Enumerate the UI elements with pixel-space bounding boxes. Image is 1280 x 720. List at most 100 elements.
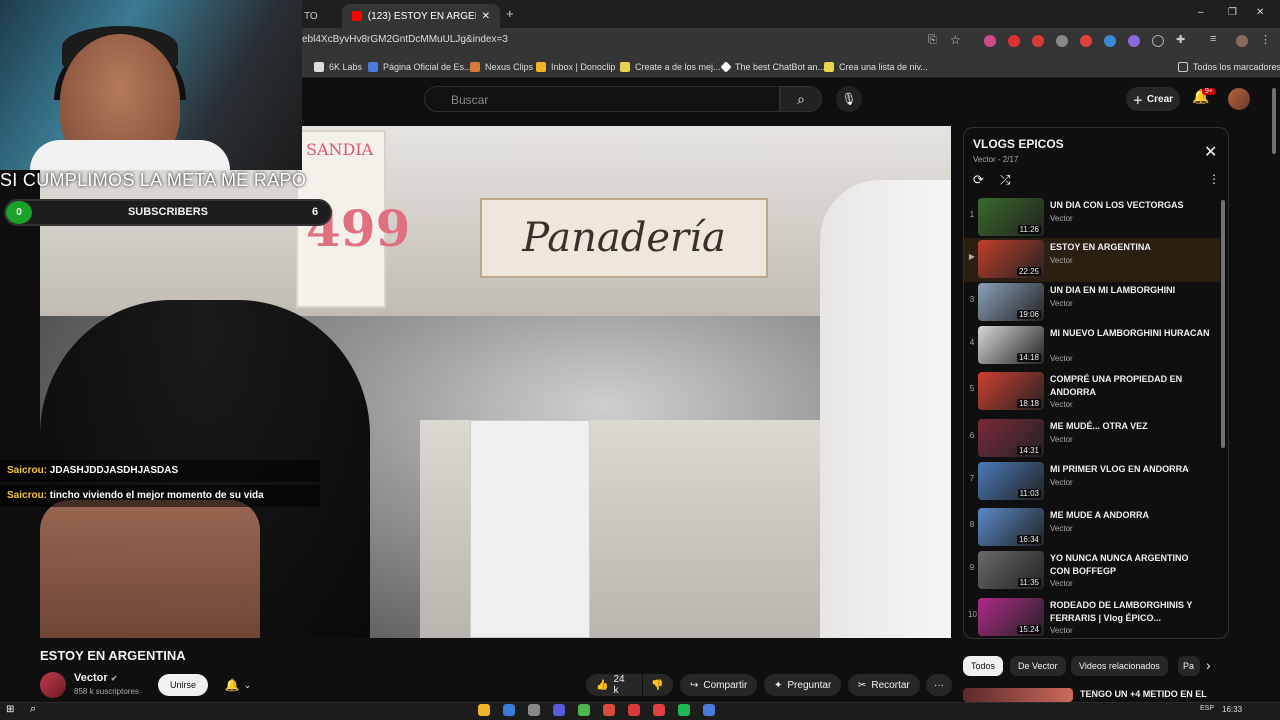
chip-all[interactable]: Todos (963, 656, 1004, 676)
media-icon[interactable]: ≡ (1210, 33, 1216, 45)
taskbar-app-icon[interactable] (528, 704, 540, 716)
new-tab-button[interactable]: + (506, 6, 514, 21)
bookmark-icon (720, 61, 732, 73)
playlist-item-thumbnail: 11:35 (978, 551, 1044, 589)
windows-start-icon[interactable]: ⊞ (6, 704, 14, 715)
taskbar-app-icon[interactable] (503, 704, 515, 716)
browser-tab[interactable]: TO (302, 4, 324, 28)
chip-more[interactable]: Pa (1178, 656, 1200, 676)
ask-button[interactable]: ✦ Preguntar (764, 674, 842, 696)
playlist-item-index: 9 (969, 563, 975, 572)
playlist-scrollbar[interactable] (1221, 200, 1225, 448)
playlist-item[interactable]: 5 18:18 COMPRÉ UNA PROPIEDAD EN ANDORRA Vec… (964, 370, 1220, 414)
extension-icon[interactable] (1008, 35, 1020, 47)
tab-close-icon[interactable]: ✕ (482, 11, 490, 22)
playlist-item[interactable]: ▶ 22:25 ESTOY EN ARGENTINA Vector (964, 238, 1220, 282)
extension-icon[interactable] (1056, 35, 1068, 47)
video-frame-person (820, 180, 951, 638)
close-window-button[interactable]: ✕ (1256, 7, 1264, 18)
chip-from-channel[interactable]: De Vector (1010, 656, 1066, 676)
goal-text: SI CUMPLIMOS LA META ME RAPO (0, 170, 307, 190)
search-input[interactable]: Buscar (424, 86, 780, 112)
channel-name[interactable]: Vector ✔ (74, 672, 117, 684)
playlist-item[interactable]: 3 19:06 UN DIA EN MI LAMBORGHINI Vector (964, 281, 1220, 325)
bookmark-item[interactable]: Página Oficial de Es... (368, 59, 472, 75)
account-avatar[interactable] (1228, 88, 1250, 110)
playlist-item-duration: 11:35 (1017, 578, 1041, 587)
loop-icon[interactable]: ⟳ (973, 172, 984, 188)
browser-tab-active[interactable]: (123) ESTOY EN ARGENTINA - Y ✕ (342, 4, 500, 28)
chevron-right-icon[interactable]: › (1206, 657, 1211, 673)
thumbs-up-icon: 👍 (596, 679, 609, 691)
all-bookmarks[interactable]: Todos los marcadores (1178, 59, 1280, 75)
playlist-item[interactable]: 9 11:35 YO NUNCA NUNCA ARGENTINO CON BOFFE… (964, 549, 1220, 593)
playlist-item[interactable]: 1 11:26 UN DIA CON LOS VECTORGAS Vector (964, 196, 1220, 240)
extension-icon[interactable] (1080, 35, 1092, 47)
playlist-item-title: ME MUDÉ... OTRA VEZ (1050, 421, 1148, 431)
join-button[interactable]: Unirse (158, 674, 208, 696)
taskbar-app-icon[interactable] (603, 704, 615, 716)
extension-icon[interactable] (1032, 35, 1044, 47)
search-icon[interactable]: ⌕ (30, 703, 36, 716)
chip-related[interactable]: Videos relacionados (1071, 656, 1168, 676)
bookmark-item[interactable]: Inbox | Donoclip (536, 59, 615, 75)
share-button[interactable]: ↪ Compartir (680, 674, 758, 696)
playlist-item-channel: Vector (1050, 299, 1073, 308)
menu-dots-icon[interactable]: ⋮ (1260, 33, 1271, 46)
taskbar-app-icon[interactable] (653, 704, 665, 716)
minimize-button[interactable]: – (1198, 7, 1204, 18)
voice-search-button[interactable]: 🎙 (836, 86, 862, 112)
playlist-item-index: 3 (969, 295, 975, 304)
shuffle-icon[interactable]: ⤮ (1000, 172, 1010, 188)
address-bar[interactable]: ebl4XcByvHv8rGM2GntDcMMuULJg&index=3 (302, 34, 942, 50)
extension-icon[interactable] (1152, 35, 1164, 47)
playlist-item[interactable]: 4 14:18 MI NUEVO LAMBORGHINI HURACAN Vector (964, 324, 1220, 368)
playlist-item[interactable]: 8 16:34 ME MUDE A ANDORRA Vector (964, 506, 1220, 550)
taskbar-app-icon[interactable] (678, 704, 690, 716)
bookmark-item[interactable]: 6K Labs (314, 59, 362, 75)
playlist-item[interactable]: 6 14:31 ME MUDÉ... OTRA VEZ Vector (964, 417, 1220, 461)
taskbar-app-icon[interactable] (578, 704, 590, 716)
create-button[interactable]: ＋ Crear (1126, 87, 1180, 111)
like-button[interactable]: 👍 24 k (586, 674, 642, 696)
taskbar-app-icon[interactable] (628, 704, 640, 716)
extension-icon[interactable] (1128, 35, 1140, 47)
extensions-puzzle-icon[interactable]: ✚ (1176, 33, 1185, 46)
close-icon[interactable]: ✕ (1204, 142, 1217, 162)
playlist-subtitle: Vector - 2/17 (973, 155, 1019, 164)
more-actions-button[interactable]: ··· (926, 674, 952, 696)
recommended-thumbnail[interactable] (963, 688, 1073, 702)
bookmark-item[interactable]: The best ChatBot an... (720, 59, 825, 75)
chat-message: Saicrou: JDASHJDDJASDHJASDAS (0, 460, 320, 482)
extension-icon[interactable] (1104, 35, 1116, 47)
extension-icon[interactable] (984, 35, 996, 47)
channel-avatar[interactable] (40, 672, 66, 698)
bookmark-item[interactable]: Crea una lista de niv... (824, 59, 928, 75)
language-indicator[interactable]: ESP (1200, 705, 1214, 712)
goal-max: 6 (312, 206, 319, 218)
os-taskbar (0, 702, 1280, 720)
playlist-item-title: COMPRÉ UNA PROPIEDAD EN ANDORRA (1050, 374, 1183, 397)
clock[interactable]: 16:33 (1222, 705, 1242, 714)
page-scrollbar[interactable] (1272, 88, 1276, 154)
search-button[interactable]: ⌕ (780, 86, 822, 112)
subscription-bell-button[interactable]: 🔔 ⌄ (218, 674, 258, 696)
star-icon[interactable]: ☆ (950, 33, 961, 47)
notifications-badge: 9+ (1202, 88, 1216, 95)
taskbar-app-icon[interactable] (703, 704, 715, 716)
bookmark-item[interactable]: Create a de los mej... (620, 59, 721, 75)
install-icon[interactable]: ⎘ (928, 34, 937, 47)
profile-icon[interactable] (1236, 35, 1248, 47)
dislike-button[interactable]: 👎 (643, 674, 673, 696)
clip-button[interactable]: ✂ Recortar (848, 674, 920, 696)
playlist-title[interactable]: VLOGS EPICOS (973, 137, 1064, 151)
taskbar-app-icon[interactable] (553, 704, 565, 716)
playlist-item-title: ME MUDE A ANDORRA (1050, 510, 1149, 520)
playlist-more-icon[interactable]: ⋮ (1208, 172, 1220, 186)
maximize-button[interactable]: ❐ (1228, 7, 1237, 18)
taskbar-app-icon[interactable] (478, 704, 490, 716)
playlist-item[interactable]: 10 15:24 RODEADO DE LAMBORGHINIS Y FERRARI… (964, 596, 1220, 640)
recommended-title[interactable]: TENGO UN +4 METIDO EN EL (1080, 689, 1207, 699)
playlist-item[interactable]: 7 11:03 MI PRIMER VLOG EN ANDORRA Vector (964, 460, 1220, 504)
bookmark-item[interactable]: Nexus Clips (470, 59, 533, 75)
